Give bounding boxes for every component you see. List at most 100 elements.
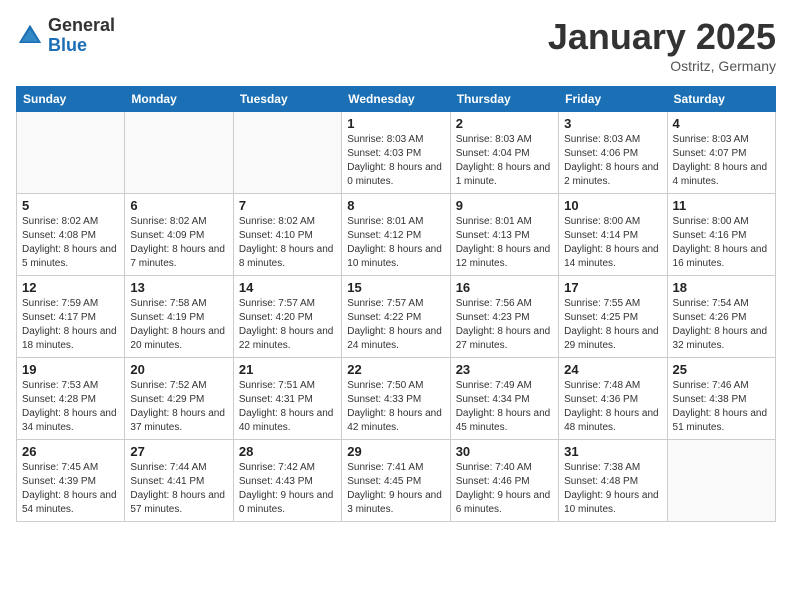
day-info: Sunrise: 7:42 AM Sunset: 4:43 PM Dayligh…: [239, 461, 336, 517]
day-number: 23: [456, 362, 553, 377]
day-info: Sunrise: 7:50 AM Sunset: 4:33 PM Dayligh…: [347, 379, 444, 435]
calendar-cell: [233, 112, 341, 194]
day-info: Sunrise: 8:03 AM Sunset: 4:07 PM Dayligh…: [673, 133, 770, 189]
day-number: 2: [456, 116, 553, 131]
day-info: Sunrise: 7:59 AM Sunset: 4:17 PM Dayligh…: [22, 297, 119, 353]
logo-general: General: [48, 16, 115, 36]
day-number: 22: [347, 362, 444, 377]
day-number: 8: [347, 198, 444, 213]
day-info: Sunrise: 7:54 AM Sunset: 4:26 PM Dayligh…: [673, 297, 770, 353]
calendar-cell: 22 Sunrise: 7:50 AM Sunset: 4:33 PM Dayli…: [342, 358, 450, 440]
day-number: 15: [347, 280, 444, 295]
day-number: 6: [130, 198, 227, 213]
logo-icon: [16, 22, 44, 50]
day-number: 12: [22, 280, 119, 295]
calendar-cell: [17, 112, 125, 194]
calendar-cell: 29 Sunrise: 7:41 AM Sunset: 4:45 PM Dayli…: [342, 440, 450, 522]
day-number: 27: [130, 444, 227, 459]
day-info: Sunrise: 8:02 AM Sunset: 4:10 PM Dayligh…: [239, 215, 336, 271]
calendar-cell: 5 Sunrise: 8:02 AM Sunset: 4:08 PM Daylig…: [17, 194, 125, 276]
day-info: Sunrise: 7:51 AM Sunset: 4:31 PM Dayligh…: [239, 379, 336, 435]
day-number: 14: [239, 280, 336, 295]
day-info: Sunrise: 7:52 AM Sunset: 4:29 PM Dayligh…: [130, 379, 227, 435]
day-info: Sunrise: 8:01 AM Sunset: 4:13 PM Dayligh…: [456, 215, 553, 271]
day-number: 26: [22, 444, 119, 459]
weekday-header-saturday: Saturday: [667, 87, 775, 112]
day-info: Sunrise: 7:57 AM Sunset: 4:22 PM Dayligh…: [347, 297, 444, 353]
month-title: January 2025: [548, 16, 776, 58]
week-row-2: 5 Sunrise: 8:02 AM Sunset: 4:08 PM Daylig…: [17, 194, 776, 276]
day-number: 16: [456, 280, 553, 295]
calendar-cell: 21 Sunrise: 7:51 AM Sunset: 4:31 PM Dayli…: [233, 358, 341, 440]
calendar-cell: 24 Sunrise: 7:48 AM Sunset: 4:36 PM Dayli…: [559, 358, 667, 440]
day-number: 7: [239, 198, 336, 213]
calendar-cell: 3 Sunrise: 8:03 AM Sunset: 4:06 PM Daylig…: [559, 112, 667, 194]
calendar-cell: 15 Sunrise: 7:57 AM Sunset: 4:22 PM Dayli…: [342, 276, 450, 358]
logo-blue: Blue: [48, 36, 115, 56]
calendar-cell: 27Sunrise: 7:44 AM Sunset: 4:41 PM Dayli…: [125, 440, 233, 522]
day-number: 20: [130, 362, 227, 377]
weekday-header-monday: Monday: [125, 87, 233, 112]
calendar-cell: 7 Sunrise: 8:02 AM Sunset: 4:10 PM Daylig…: [233, 194, 341, 276]
calendar-cell: 23 Sunrise: 7:49 AM Sunset: 4:34 PM Dayli…: [450, 358, 558, 440]
week-row-3: 12 Sunrise: 7:59 AM Sunset: 4:17 PM Dayli…: [17, 276, 776, 358]
day-info: Sunrise: 8:00 AM Sunset: 4:14 PM Dayligh…: [564, 215, 661, 271]
week-row-1: 1 Sunrise: 8:03 AM Sunset: 4:03 PM Daylig…: [17, 112, 776, 194]
weekday-header-row: SundayMondayTuesdayWednesdayThursdayFrid…: [17, 87, 776, 112]
day-info: Sunrise: 7:56 AM Sunset: 4:23 PM Dayligh…: [456, 297, 553, 353]
day-info: Sunrise: 7:40 AM Sunset: 4:46 PM Dayligh…: [456, 461, 553, 517]
weekday-header-tuesday: Tuesday: [233, 87, 341, 112]
week-row-4: 19 Sunrise: 7:53 AM Sunset: 4:28 PM Dayli…: [17, 358, 776, 440]
day-info: Sunrise: 7:46 AM Sunset: 4:38 PM Dayligh…: [673, 379, 770, 435]
calendar-cell: 12 Sunrise: 7:59 AM Sunset: 4:17 PM Dayli…: [17, 276, 125, 358]
day-number: 5: [22, 198, 119, 213]
day-number: 1: [347, 116, 444, 131]
calendar-cell: 6Sunrise: 8:02 AM Sunset: 4:09 PM Daylig…: [125, 194, 233, 276]
calendar-cell: 14 Sunrise: 7:57 AM Sunset: 4:20 PM Dayli…: [233, 276, 341, 358]
calendar-cell: 30 Sunrise: 7:40 AM Sunset: 4:46 PM Dayli…: [450, 440, 558, 522]
calendar-cell: 26 Sunrise: 7:45 AM Sunset: 4:39 PM Dayli…: [17, 440, 125, 522]
day-info: Sunrise: 8:03 AM Sunset: 4:06 PM Dayligh…: [564, 133, 661, 189]
day-number: 4: [673, 116, 770, 131]
title-block: January 2025 Ostritz, Germany: [548, 16, 776, 74]
day-info: Sunrise: 7:55 AM Sunset: 4:25 PM Dayligh…: [564, 297, 661, 353]
day-info: Sunrise: 8:03 AM Sunset: 4:04 PM Dayligh…: [456, 133, 553, 189]
logo-text: General Blue: [48, 16, 115, 56]
day-info: Sunrise: 7:41 AM Sunset: 4:45 PM Dayligh…: [347, 461, 444, 517]
calendar-cell: 13Sunrise: 7:58 AM Sunset: 4:19 PM Dayli…: [125, 276, 233, 358]
day-number: 29: [347, 444, 444, 459]
calendar-cell: 8 Sunrise: 8:01 AM Sunset: 4:12 PM Daylig…: [342, 194, 450, 276]
day-number: 25: [673, 362, 770, 377]
calendar-cell: 16 Sunrise: 7:56 AM Sunset: 4:23 PM Dayli…: [450, 276, 558, 358]
day-info: Sunrise: 8:01 AM Sunset: 4:12 PM Dayligh…: [347, 215, 444, 271]
day-number: 24: [564, 362, 661, 377]
weekday-header-friday: Friday: [559, 87, 667, 112]
day-info: Sunrise: 7:45 AM Sunset: 4:39 PM Dayligh…: [22, 461, 119, 517]
day-info: Sunrise: 8:00 AM Sunset: 4:16 PM Dayligh…: [673, 215, 770, 271]
day-info: Sunrise: 7:53 AM Sunset: 4:28 PM Dayligh…: [22, 379, 119, 435]
calendar-cell: 17 Sunrise: 7:55 AM Sunset: 4:25 PM Dayli…: [559, 276, 667, 358]
weekday-header-wednesday: Wednesday: [342, 87, 450, 112]
location-subtitle: Ostritz, Germany: [548, 58, 776, 74]
day-number: 17: [564, 280, 661, 295]
calendar-cell: [125, 112, 233, 194]
day-number: 30: [456, 444, 553, 459]
day-number: 31: [564, 444, 661, 459]
day-info: Sunrise: 7:57 AM Sunset: 4:20 PM Dayligh…: [239, 297, 336, 353]
day-number: 21: [239, 362, 336, 377]
calendar-cell: 10 Sunrise: 8:00 AM Sunset: 4:14 PM Dayli…: [559, 194, 667, 276]
calendar-cell: 4 Sunrise: 8:03 AM Sunset: 4:07 PM Daylig…: [667, 112, 775, 194]
day-info: Sunrise: 7:48 AM Sunset: 4:36 PM Dayligh…: [564, 379, 661, 435]
calendar-cell: 20 Sunrise: 7:52 AM Sunset: 4:29 PM Dayli…: [125, 358, 233, 440]
calendar-cell: 28Sunrise: 7:42 AM Sunset: 4:43 PM Dayli…: [233, 440, 341, 522]
day-number: 10: [564, 198, 661, 213]
day-info: Sunrise: 8:02 AM Sunset: 4:08 PM Dayligh…: [22, 215, 119, 271]
day-number: 3: [564, 116, 661, 131]
day-info: Sunrise: 8:03 AM Sunset: 4:03 PM Dayligh…: [347, 133, 444, 189]
calendar-table: SundayMondayTuesdayWednesdayThursdayFrid…: [16, 86, 776, 522]
weekday-header-sunday: Sunday: [17, 87, 125, 112]
day-number: 19: [22, 362, 119, 377]
calendar-cell: 1 Sunrise: 8:03 AM Sunset: 4:03 PM Daylig…: [342, 112, 450, 194]
day-info: Sunrise: 7:49 AM Sunset: 4:34 PM Dayligh…: [456, 379, 553, 435]
weekday-header-thursday: Thursday: [450, 87, 558, 112]
